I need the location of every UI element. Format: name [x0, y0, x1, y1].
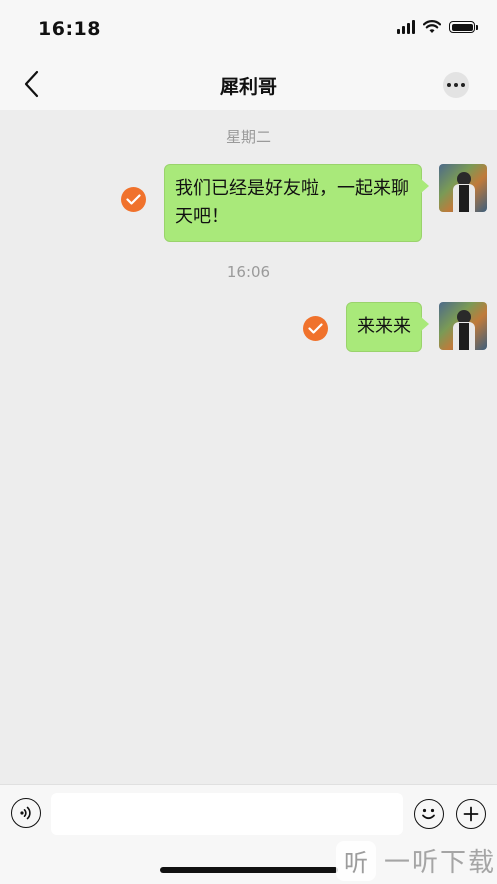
status-bar: 16:18	[0, 0, 497, 58]
more-dot-icon	[461, 83, 465, 87]
wifi-icon	[423, 20, 441, 33]
chat-title: 犀利哥	[219, 76, 277, 98]
timestamp: 星期二	[225, 128, 271, 146]
status-icons	[397, 20, 478, 34]
message-bubble[interactable]: 来来来	[346, 302, 429, 352]
message-row: 我们已经是好友啦，一起来聊天吧！	[121, 164, 487, 242]
voice-input-button[interactable]	[11, 798, 41, 828]
timestamp: 16:06	[226, 263, 271, 281]
plus-icon	[463, 806, 479, 822]
sent-check-icon	[121, 187, 146, 212]
status-time: 16:18	[38, 18, 101, 40]
message-row: 来来来	[303, 302, 487, 352]
message-bubble[interactable]: 我们已经是好友啦，一起来聊天吧！	[164, 164, 429, 242]
avatar[interactable]	[439, 302, 487, 350]
more-dot-icon	[447, 83, 451, 87]
nav-bar: 犀利哥	[0, 58, 497, 110]
cellular-signal-icon	[397, 20, 415, 34]
watermark-logo: 听	[336, 840, 376, 881]
home-indicator[interactable]	[160, 867, 338, 873]
avatar[interactable]	[439, 164, 487, 212]
watermark-text: 一听下载	[384, 848, 497, 878]
message-input[interactable]	[51, 793, 403, 835]
chat-area[interactable]: 星期二 我们已经是好友啦，一起来聊天吧！ 16:06 来来来	[0, 110, 497, 784]
smiley-icon	[422, 808, 435, 820]
sent-check-icon	[303, 316, 328, 341]
more-functions-button[interactable]	[456, 799, 486, 829]
battery-icon	[449, 21, 478, 33]
more-dot-icon	[454, 83, 458, 87]
emoji-button[interactable]	[414, 799, 444, 829]
more-options-button[interactable]	[443, 72, 469, 98]
voice-icon	[20, 806, 31, 820]
watermark: 听 一听下载	[336, 838, 497, 883]
